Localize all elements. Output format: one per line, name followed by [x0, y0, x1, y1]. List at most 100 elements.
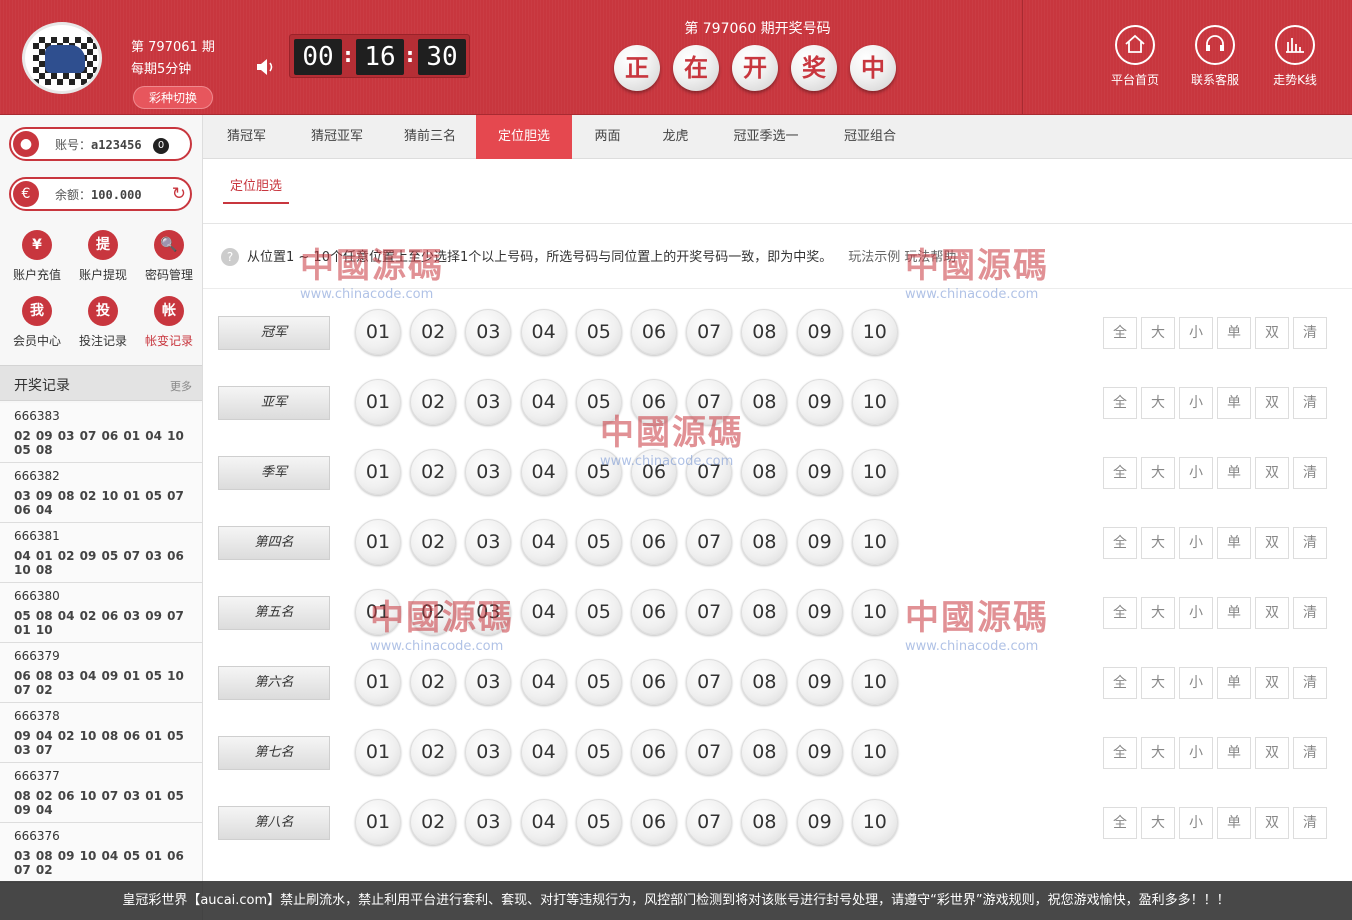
quick-select-button[interactable]: 大 — [1141, 527, 1175, 559]
number-ball[interactable]: 03 — [465, 589, 512, 635]
number-ball[interactable]: 01 — [355, 659, 401, 705]
quick-select-button[interactable]: 全 — [1103, 807, 1137, 839]
number-ball[interactable]: 03 — [465, 799, 512, 845]
quick-select-button[interactable]: 大 — [1141, 667, 1175, 699]
quick-select-button[interactable]: 双 — [1255, 737, 1289, 769]
number-ball[interactable]: 01 — [355, 589, 401, 635]
quick-select-button[interactable]: 全 — [1103, 667, 1137, 699]
number-ball[interactable]: 07 — [686, 799, 733, 845]
quick-select-button[interactable]: 大 — [1141, 737, 1175, 769]
number-ball[interactable]: 02 — [410, 309, 457, 355]
number-ball[interactable]: 10 — [851, 799, 898, 845]
number-ball[interactable]: 04 — [520, 589, 567, 635]
quick-select-button[interactable]: 小 — [1179, 737, 1213, 769]
quick-select-button[interactable]: 单 — [1217, 667, 1251, 699]
rule-links[interactable]: 玩法示例 玩法帮助 — [848, 250, 956, 265]
number-ball[interactable]: 09 — [796, 729, 843, 775]
quick-select-button[interactable]: 大 — [1141, 597, 1175, 629]
number-ball[interactable]: 03 — [465, 309, 512, 355]
number-ball[interactable]: 08 — [741, 729, 788, 775]
number-ball[interactable]: 06 — [631, 729, 677, 775]
quick-select-button[interactable]: 双 — [1255, 807, 1289, 839]
number-ball[interactable]: 08 — [741, 799, 788, 845]
number-ball[interactable]: 09 — [796, 589, 843, 635]
number-ball[interactable]: 07 — [686, 449, 733, 495]
quick-select-button[interactable]: 双 — [1255, 457, 1289, 489]
quick-select-button[interactable]: 小 — [1179, 387, 1213, 419]
number-ball[interactable]: 06 — [631, 449, 677, 495]
number-ball[interactable]: 09 — [796, 379, 843, 425]
number-ball[interactable]: 09 — [796, 309, 843, 355]
quick-deposit[interactable]: ¥ 账户充值 — [2, 230, 72, 283]
quick-select-button[interactable]: 单 — [1217, 737, 1251, 769]
number-ball[interactable]: 10 — [851, 309, 898, 355]
nav-home[interactable]: 平台首页 — [1100, 25, 1170, 88]
quick-select-button[interactable]: 大 — [1141, 807, 1175, 839]
quick-select-button[interactable]: 小 — [1179, 527, 1213, 559]
quick-select-button[interactable]: 大 — [1141, 317, 1175, 349]
number-ball[interactable]: 05 — [575, 799, 622, 845]
quick-select-button[interactable]: 小 — [1179, 667, 1213, 699]
number-ball[interactable]: 02 — [410, 589, 457, 635]
number-ball[interactable]: 05 — [575, 729, 622, 775]
number-ball[interactable]: 07 — [686, 659, 733, 705]
number-ball[interactable]: 06 — [631, 379, 677, 425]
quick-withdraw[interactable]: 提账户提现 — [68, 230, 138, 283]
quick-select-button[interactable]: 清 — [1293, 387, 1327, 419]
number-ball[interactable]: 09 — [796, 799, 843, 845]
number-ball[interactable]: 10 — [851, 589, 898, 635]
number-ball[interactable]: 07 — [686, 309, 733, 355]
tab-4[interactable]: 两面 — [572, 115, 643, 159]
tab-2[interactable]: 猜前三名 — [384, 115, 476, 159]
quick-transactions[interactable]: 帐帐变记录 — [134, 296, 204, 349]
quick-select-button[interactable]: 清 — [1293, 737, 1327, 769]
number-ball[interactable]: 05 — [575, 309, 622, 355]
number-ball[interactable]: 01 — [355, 519, 401, 565]
number-ball[interactable]: 03 — [465, 729, 512, 775]
quick-select-button[interactable]: 双 — [1255, 597, 1289, 629]
number-ball[interactable]: 04 — [520, 659, 567, 705]
number-ball[interactable]: 01 — [355, 379, 401, 425]
tab-3[interactable]: 定位胆选 — [476, 115, 572, 159]
quick-select-button[interactable]: 全 — [1103, 527, 1137, 559]
number-ball[interactable]: 02 — [410, 449, 457, 495]
quick-select-button[interactable]: 全 — [1103, 387, 1137, 419]
number-ball[interactable]: 04 — [520, 309, 567, 355]
nav-support[interactable]: 联系客服 — [1180, 25, 1250, 88]
quick-select-button[interactable]: 单 — [1217, 457, 1251, 489]
quick-select-button[interactable]: 清 — [1293, 597, 1327, 629]
quick-select-button[interactable]: 单 — [1217, 317, 1251, 349]
number-ball[interactable]: 03 — [465, 449, 512, 495]
number-ball[interactable]: 01 — [355, 309, 401, 355]
number-ball[interactable]: 03 — [465, 659, 512, 705]
number-ball[interactable]: 07 — [686, 589, 733, 635]
quick-select-button[interactable]: 双 — [1255, 387, 1289, 419]
speaker-icon[interactable] — [255, 57, 277, 77]
number-ball[interactable]: 08 — [741, 449, 788, 495]
quick-select-button[interactable]: 全 — [1103, 737, 1137, 769]
number-ball[interactable]: 04 — [520, 449, 567, 495]
records-more-link[interactable]: 更多 — [170, 378, 192, 394]
number-ball[interactable]: 01 — [355, 449, 401, 495]
quick-select-button[interactable]: 小 — [1179, 597, 1213, 629]
quick-select-button[interactable]: 双 — [1255, 527, 1289, 559]
number-ball[interactable]: 02 — [410, 729, 457, 775]
tab-1[interactable]: 猜冠亚军 — [290, 115, 384, 159]
number-ball[interactable]: 02 — [410, 799, 457, 845]
number-ball[interactable]: 02 — [410, 659, 457, 705]
number-ball[interactable]: 07 — [686, 379, 733, 425]
quick-select-button[interactable]: 清 — [1293, 457, 1327, 489]
quick-select-button[interactable]: 单 — [1217, 387, 1251, 419]
number-ball[interactable]: 03 — [465, 379, 512, 425]
quick-select-button[interactable]: 清 — [1293, 527, 1327, 559]
quick-select-button[interactable]: 大 — [1141, 457, 1175, 489]
quick-select-button[interactable]: 清 — [1293, 807, 1327, 839]
quick-select-button[interactable]: 单 — [1217, 527, 1251, 559]
quick-select-button[interactable]: 全 — [1103, 597, 1137, 629]
number-ball[interactable]: 08 — [741, 659, 788, 705]
quick-select-button[interactable]: 单 — [1217, 597, 1251, 629]
number-ball[interactable]: 01 — [355, 729, 401, 775]
quick-select-button[interactable]: 清 — [1293, 317, 1327, 349]
number-ball[interactable]: 08 — [741, 379, 788, 425]
number-ball[interactable]: 06 — [631, 519, 677, 565]
